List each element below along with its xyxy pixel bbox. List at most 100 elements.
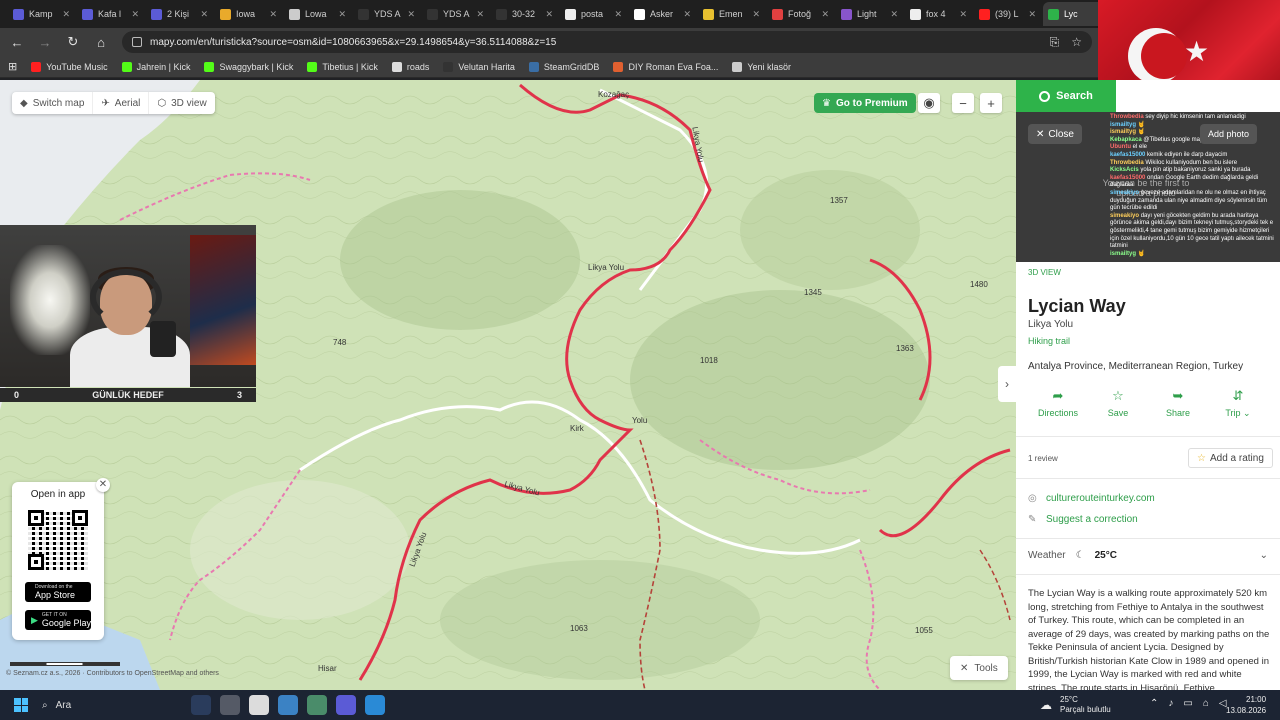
chevron-up-icon[interactable]: ⌃ (1150, 698, 1158, 709)
add-rating-button[interactable]: ☆ Add a rating (1188, 448, 1273, 468)
browser-tab[interactable]: Kamp ✕ (8, 2, 75, 26)
tab-close-icon[interactable]: ✕ (62, 9, 70, 20)
browser-tab[interactable]: Fotoğ ✕ (767, 2, 834, 26)
close-icon: ✕ (1036, 128, 1045, 140)
address-bar[interactable]: mapy.com/en/turisticka?source=osm&id=108… (122, 31, 1092, 53)
tab-close-icon[interactable]: ✕ (683, 9, 691, 20)
globe-icon: ◎ (1028, 493, 1037, 504)
weather-row[interactable]: Weather ☾ 25°C ⌄ (1028, 550, 1268, 561)
tab-close-icon[interactable]: ✕ (959, 9, 967, 20)
bookmark-item[interactable]: roads (391, 61, 429, 72)
browser-tab[interactable]: Iowa ✕ (215, 2, 282, 26)
bookmark-item[interactable]: Swaggybark | Kick (204, 61, 293, 72)
chat-username: kaefas15000 (1110, 174, 1146, 181)
tab-close-icon[interactable]: ✕ (269, 9, 277, 20)
tab-close-icon[interactable]: ✕ (890, 9, 898, 20)
browser-tab[interactable]: Light ✕ (836, 2, 903, 26)
review-count[interactable]: 1 review (1028, 454, 1058, 463)
tab-close-icon[interactable]: ✕ (1028, 9, 1036, 20)
add-photo-button[interactable]: Add photo (1200, 124, 1258, 144)
tab-close-icon[interactable]: ✕ (614, 9, 622, 20)
taskbar-app-icon[interactable] (220, 695, 240, 715)
site-info-icon[interactable] (132, 37, 142, 47)
panel-toggle-button[interactable]: › (998, 366, 1016, 402)
qr-eye (72, 510, 88, 526)
apps-grid-icon[interactable]: ⊞ (8, 60, 17, 73)
trip-button[interactable]: ⇵ Trip ⌄ (1208, 388, 1268, 419)
website-link[interactable]: ◎ culturerouteinturkey.com (1028, 493, 1155, 504)
taskbar-app-icon[interactable] (278, 695, 298, 715)
browser-tab[interactable]: 2 Kişi ✕ (146, 2, 213, 26)
tools-button[interactable]: ✕ Tools (950, 656, 1008, 680)
taskbar-search[interactable]: ⌕ Ara (42, 700, 182, 711)
tab-close-icon[interactable]: ✕ (821, 9, 829, 20)
elevation-label: 1018 (700, 356, 718, 365)
3d-view-button[interactable]: ⬡ 3D view (149, 92, 214, 114)
monitor-icon[interactable]: ▭ (1183, 698, 1192, 709)
taskbar-app-icon[interactable] (191, 695, 211, 715)
browser-tab[interactable]: Kafa l ✕ (77, 2, 144, 26)
browser-tab[interactable]: Emen ✕ (698, 2, 765, 26)
chat-text: 🤘 (1137, 121, 1146, 128)
bookmark-item[interactable]: Velutan Harita (443, 61, 515, 72)
browser-tab[interactable]: YDS A ✕ (353, 2, 420, 26)
suggest-correction-link[interactable]: ✎ Suggest a correction (1028, 514, 1138, 525)
taskbar-app-icon[interactable] (249, 695, 269, 715)
tab-close-icon[interactable]: ✕ (407, 9, 415, 20)
chat-message: ismailtyg 🤘 (1110, 251, 1276, 259)
bookmark-star-icon[interactable]: ☆ (1071, 35, 1082, 50)
app-store-button[interactable]: Download on the App Store (25, 582, 91, 602)
edit-icon: ✎ (1028, 514, 1037, 525)
taskbar-app-icon[interactable] (336, 695, 356, 715)
windows-start-icon[interactable] (14, 698, 28, 712)
google-play-button[interactable]: ▶ GET IT ON Google Play (25, 610, 91, 630)
save-button[interactable]: ☆ Save (1088, 388, 1148, 419)
share-button[interactable]: ➥ Share (1148, 388, 1208, 419)
taskbar-app-icon[interactable] (307, 695, 327, 715)
browser-tab[interactable]: 30-32 ✕ (491, 2, 558, 26)
scale-bar (10, 662, 120, 666)
place-type[interactable]: Hiking trail (1028, 336, 1070, 346)
bookmark-item[interactable]: Jahrein | Kick (121, 61, 190, 72)
clock[interactable]: 21:00 13.08.2026 (1226, 694, 1266, 716)
reload-icon[interactable]: ↻ (66, 34, 80, 50)
switch-map-button[interactable]: ◆ Switch map (12, 92, 94, 114)
directions-button[interactable]: ➦ Directions (1028, 388, 1088, 419)
tab-close-icon[interactable]: ✕ (338, 9, 346, 20)
bookmark-item[interactable]: YouTube Music (31, 61, 108, 72)
zoom-out-button[interactable]: − (952, 93, 974, 113)
bookmark-item[interactable]: DIY Roman Eva Foa... (613, 61, 718, 72)
chat-message: kaefas15000 kemik ediyen ile darp dayaci… (1110, 152, 1276, 160)
search-button[interactable]: Search (1016, 80, 1116, 112)
browser-tab[interactable]: YDS A ✕ (422, 2, 489, 26)
forward-icon[interactable]: → (38, 35, 52, 50)
browser-tab[interactable]: posta ✕ (560, 2, 627, 26)
bookmark-item[interactable]: SteamGridDB (528, 61, 599, 72)
back-icon[interactable]: ← (10, 35, 24, 50)
network-icon[interactable]: ⌂ (1203, 698, 1209, 709)
tab-close-icon[interactable]: ✕ (752, 9, 760, 20)
3d-view-link[interactable]: 3D VIEW (1028, 268, 1061, 277)
taskbar-app-icon[interactable] (365, 695, 385, 715)
tab-close-icon[interactable]: ✕ (476, 9, 484, 20)
browser-tab[interactable]: Lowa ✕ (284, 2, 351, 26)
browser-tab[interactable]: Asker ✕ (629, 2, 696, 26)
install-app-icon[interactable]: ⎘ (1050, 35, 1060, 50)
bookmark-item[interactable]: Yeni klasör (732, 61, 791, 72)
tab-close-icon[interactable]: ✕ (131, 9, 139, 20)
tab-close-icon[interactable]: ✕ (200, 9, 208, 20)
chat-text: el ele (1132, 144, 1148, 151)
locate-button[interactable]: ◉ (918, 93, 940, 113)
zoom-in-button[interactable]: + (980, 93, 1002, 113)
home-icon[interactable]: ⌂ (94, 35, 108, 50)
browser-tab[interactable]: fox 4 ✕ (905, 2, 972, 26)
aerial-button[interactable]: ✈ Aerial (93, 92, 150, 114)
go-to-premium-button[interactable]: ♛ Go to Premium (814, 93, 916, 113)
bookmark-item[interactable]: Tibetius | Kick (307, 61, 378, 72)
close-button[interactable]: ✕ Close (1028, 124, 1082, 144)
browser-tab[interactable]: (39) L ✕ (974, 2, 1041, 26)
chat-message: Throwbedia Wikiloc kullaniyodum ben bu i… (1110, 160, 1276, 168)
mic-icon[interactable]: ♪ (1168, 698, 1173, 709)
chat-username: Kebapkaca (1110, 136, 1142, 143)
tab-close-icon[interactable]: ✕ (545, 9, 553, 20)
